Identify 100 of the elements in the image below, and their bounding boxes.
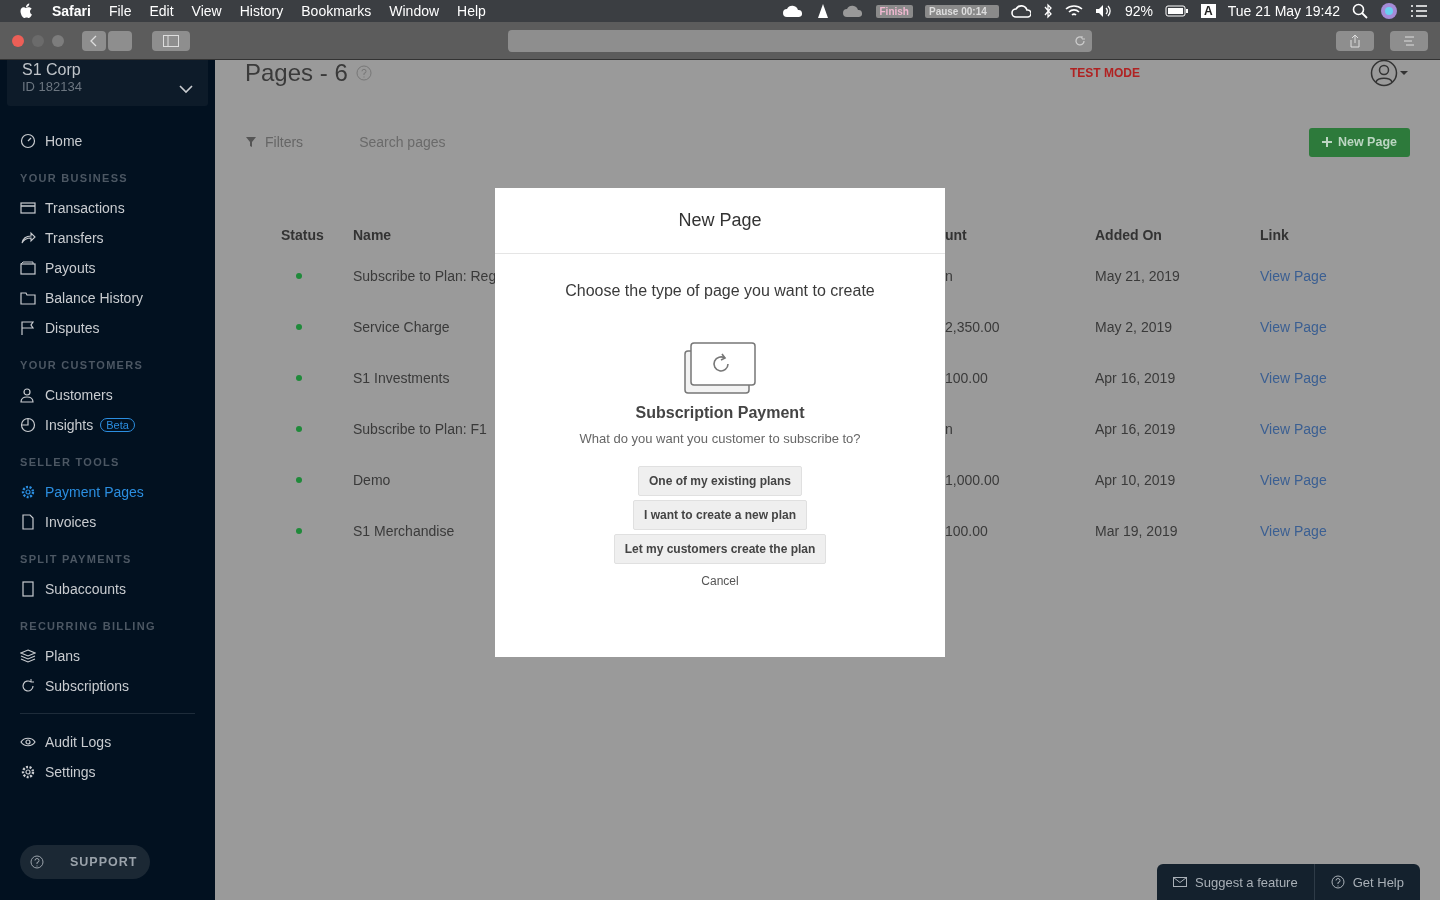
- table-cell-text: n: [945, 419, 954, 439]
- menu-item[interactable]: Help: [457, 3, 486, 19]
- sidebar-item[interactable]: Transfers: [20, 223, 195, 253]
- bluetooth-icon[interactable]: [1042, 3, 1053, 19]
- filter-icon: [245, 136, 257, 148]
- cone-icon[interactable]: [815, 3, 830, 19]
- share-icon: [1349, 33, 1361, 48]
- option-description: What do you want you customer to subscribe to?: [579, 431, 861, 446]
- table-cell-text: S1 Merchandise: [353, 521, 456, 541]
- flag-icon: [20, 320, 36, 336]
- section-heading: YOUR CUSTOMERS: [20, 358, 145, 373]
- cloud-icon[interactable]: [781, 4, 804, 18]
- arrow-icon: [20, 230, 36, 246]
- menu-item[interactable]: Window: [389, 3, 440, 19]
- address-field[interactable]: [508, 29, 1092, 52]
- table-cell-text: 100.00: [945, 521, 989, 541]
- table-cell-text: n: [945, 266, 954, 286]
- search-icon[interactable]: [1352, 3, 1368, 19]
- help-icon: [355, 65, 372, 81]
- column-header: unt: [945, 226, 968, 245]
- document-icon: [20, 514, 36, 530]
- back-button[interactable]: [82, 30, 106, 51]
- table-cell-text: Apr 10, 2019: [1095, 470, 1177, 490]
- speaker-icon[interactable]: [1094, 4, 1113, 18]
- sidebar-icon: [163, 34, 179, 47]
- sidebar-item[interactable]: Audit Logs: [20, 727, 195, 757]
- table-cell-text: May 21, 2019: [1095, 266, 1181, 286]
- cancel-link[interactable]: Cancel: [701, 574, 739, 588]
- table-cell-text: Apr 16, 2019: [1095, 368, 1177, 388]
- layers-icon: [20, 648, 36, 664]
- sidebar-item[interactable]: Disputes: [20, 313, 195, 343]
- orb-icon[interactable]: [1380, 2, 1398, 20]
- cloud-icon[interactable]: [1010, 4, 1031, 18]
- get-help-button[interactable]: Get Help: [1314, 864, 1420, 900]
- sidebar-button[interactable]: [152, 30, 190, 51]
- gauge-icon: [20, 133, 36, 149]
- menu-item[interactable]: Edit: [149, 3, 174, 19]
- modal-title: New Page: [495, 188, 945, 254]
- section-heading: SELLER TOOLS: [20, 455, 121, 470]
- choice-button[interactable]: Let my customers create the plan: [613, 534, 827, 564]
- reload-icon: [1074, 34, 1086, 47]
- mail-icon: [1173, 877, 1188, 887]
- choice-button[interactable]: One of my existing plans: [637, 466, 802, 496]
- column-header: Link: [1260, 226, 1290, 245]
- section-heading: SPLIT PAYMENTS: [20, 552, 133, 567]
- table-cell-text: 2,350.00: [945, 317, 1001, 337]
- mode-label: TEST MODE: [1070, 66, 1140, 80]
- choice-button[interactable]: I want to create a new plan: [632, 500, 807, 530]
- share-button[interactable]: [1336, 30, 1374, 51]
- clock[interactable]: Tue 21 May 19:42: [1227, 3, 1340, 19]
- column-header: Name: [353, 226, 393, 245]
- table-cell-text: Subscribe to Plan: F1: [353, 419, 488, 439]
- menu-item[interactable]: History: [239, 3, 284, 19]
- battery-icon[interactable]: [1165, 5, 1189, 17]
- caret-icon[interactable]: [1398, 69, 1410, 77]
- menu-item[interactable]: View: [191, 3, 222, 19]
- sidebar-item[interactable]: Transactions: [20, 193, 195, 223]
- sidebar-item[interactable]: Plans: [20, 641, 195, 671]
- section-heading: RECURRING BILLING: [20, 619, 157, 634]
- upload-cloud-icon[interactable]: [841, 4, 864, 18]
- sidebar-item[interactable]: Payouts: [20, 253, 195, 283]
- menu-item[interactable]: File: [108, 3, 132, 19]
- sidebar-item[interactable]: Insights Beta: [20, 410, 195, 440]
- user-icon[interactable]: [1370, 59, 1398, 87]
- column-header: Status: [281, 226, 325, 245]
- support-button[interactable]: SUPPORT: [20, 845, 150, 879]
- sidebar-item[interactable]: Subaccounts: [20, 574, 195, 604]
- sidebar-item[interactable]: Balance History: [20, 283, 195, 313]
- suggest-feature-button[interactable]: Suggest a feature: [1157, 864, 1314, 900]
- sidebar-item[interactable]: Payment Pages: [20, 477, 195, 507]
- table-cell-text: Demo: [353, 470, 392, 490]
- tabs-button[interactable]: [1390, 30, 1428, 51]
- account-switcher[interactable]: S1 Corp ID 182134: [7, 60, 208, 106]
- input-source[interactable]: A: [1201, 4, 1216, 18]
- sidebar-item[interactable]: Subscriptions: [20, 671, 195, 701]
- folder-icon: [20, 290, 36, 306]
- document-icon: [20, 581, 36, 597]
- chevron-down-icon: [179, 84, 193, 94]
- table-cell-text: Mar 19, 2019: [1095, 521, 1179, 541]
- account-id: ID 182134: [22, 79, 83, 94]
- section-heading: YOUR BUSINESS: [20, 171, 129, 186]
- list-icon[interactable]: [1410, 4, 1428, 18]
- app-menu[interactable]: Safari: [52, 3, 91, 19]
- apple-icon[interactable]: [20, 3, 34, 19]
- column-header: Added On: [1095, 226, 1163, 245]
- gear-icon: [20, 484, 36, 500]
- sidebar-item[interactable]: Invoices: [20, 507, 195, 537]
- table-cell-text: Subscribe to Plan: Reg: [353, 266, 495, 286]
- wifi-icon[interactable]: [1064, 4, 1083, 18]
- help-icon: [30, 855, 44, 869]
- table-cell-text: 100.00: [945, 368, 989, 388]
- account-name: S1 Corp: [22, 61, 82, 79]
- option-title: Subscription Payment: [635, 404, 805, 422]
- sidebar-item[interactable]: Settings: [20, 757, 195, 787]
- pie-icon: [20, 417, 36, 433]
- menu-item[interactable]: Bookmarks: [301, 3, 372, 19]
- lines-icon: [1403, 35, 1415, 46]
- refresh-icon: [20, 678, 36, 694]
- sidebar-item[interactable]: Customers: [20, 380, 195, 410]
- sidebar-item[interactable]: Home: [20, 126, 195, 156]
